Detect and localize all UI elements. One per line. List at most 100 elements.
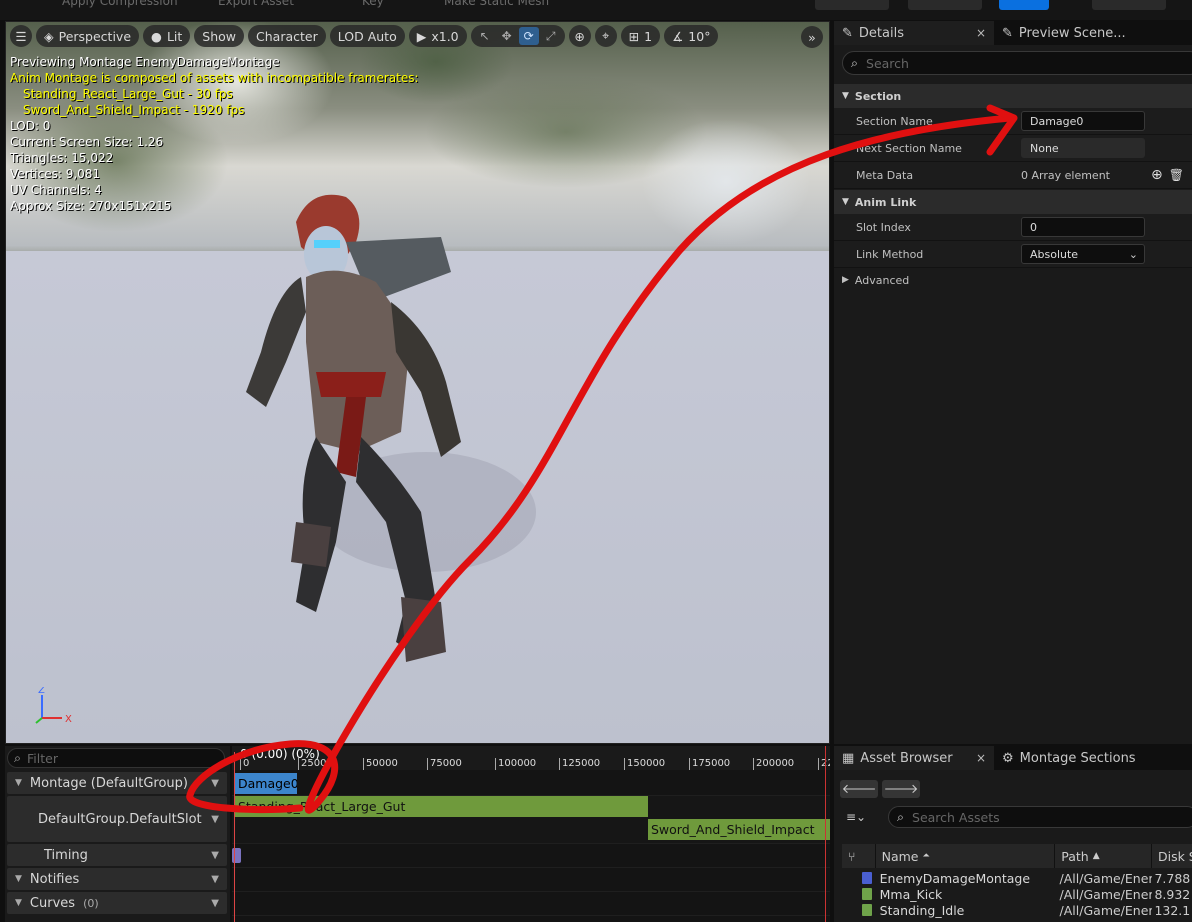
tab-montage-sections[interactable]: ⚙ Montage Sections: [994, 746, 1144, 770]
time-ruler[interactable]: 0 25000 50000 75000 100000 125000 150000…: [232, 746, 830, 770]
column-disk-size[interactable]: Disk S: [1152, 844, 1192, 868]
ruler-tick: 175000: [689, 758, 730, 770]
show-button[interactable]: Show: [194, 25, 245, 47]
link-method-row: Link Method Absolute ⌄: [834, 241, 1192, 268]
slot-track[interactable]: DefaultGroup.DefaultSlot ▼: [7, 796, 227, 842]
add-element-icon[interactable]: ⊕: [1151, 167, 1163, 183]
anim-link-category[interactable]: ▼ Anim Link: [834, 190, 1192, 214]
character-label: Character: [256, 28, 318, 44]
details-panel: ✎ Details × ✎ Preview Scene... ⌕ Search …: [834, 21, 1192, 744]
world-local-toggle[interactable]: ⊕: [568, 25, 591, 47]
property-label: Slot Index: [856, 220, 911, 234]
notifies-track[interactable]: ▼ Notifies ▼: [7, 868, 227, 890]
dropdown-arrow-icon[interactable]: ▼: [211, 850, 219, 861]
property-label: Next Section Name: [856, 141, 962, 155]
key-button[interactable]: Key: [362, 0, 384, 8]
expand-toolbar-button[interactable]: »: [801, 26, 823, 48]
tab-preview-scene[interactable]: ✎ Preview Scene...: [994, 21, 1134, 45]
arrow-right-icon: 🡒: [883, 782, 919, 797]
asset-search-input[interactable]: ⌕ Search Assets: [888, 806, 1192, 828]
grid-snap-button[interactable]: ⊞ 1: [620, 25, 661, 47]
chevron-down-icon: ⌄: [1128, 247, 1138, 261]
arrow-left-icon: 🡐: [841, 782, 877, 797]
close-tab-icon[interactable]: ×: [976, 751, 986, 765]
lod-button[interactable]: LOD Auto: [329, 25, 405, 47]
filter-menu-button[interactable]: ≡⌄: [846, 810, 866, 824]
close-tab-icon[interactable]: ×: [976, 26, 986, 40]
animation-mode-button[interactable]: [999, 0, 1049, 10]
angle-icon: ∡: [672, 28, 684, 44]
montage-asset-icon: [861, 872, 872, 884]
axis-gizmo-icon: Z X: [35, 687, 72, 725]
section-lane: Damage0: [232, 772, 830, 796]
end-marker-line[interactable]: [825, 746, 826, 922]
segment-sword-impact[interactable]: Sword_And_Shield_Impact: [648, 819, 830, 840]
play-icon: ▶: [416, 28, 427, 44]
viewport-menu-button[interactable]: ☰: [10, 25, 32, 47]
character-button[interactable]: Character: [248, 25, 326, 47]
tab-asset-browser[interactable]: ▦ Asset Browser ×: [834, 746, 994, 770]
table-row[interactable]: Standing_Idle /All/Game/Ener 132.1: [842, 902, 1192, 918]
toolbar-mode-button[interactable]: [1092, 0, 1166, 10]
next-section-row: Next Section Name None: [834, 135, 1192, 162]
property-label: Section Name: [856, 114, 933, 128]
export-asset-button[interactable]: Export Asset: [218, 0, 294, 8]
surface-snap-button[interactable]: ⌖: [594, 25, 617, 47]
preview-viewport[interactable]: ☰ ◈ Perspective ● Lit Show Character LOD A…: [5, 21, 830, 744]
dropdown-arrow-icon[interactable]: ▼: [211, 874, 219, 885]
lit-button[interactable]: ● Lit: [143, 25, 191, 47]
playhead-line[interactable]: [234, 752, 235, 922]
apply-compression-button[interactable]: Apply Compression: [62, 0, 178, 8]
make-static-mesh-button[interactable]: Make Static Mesh: [444, 0, 549, 8]
approx-size-stat: Approx Size: 270x151x215: [10, 199, 172, 213]
back-button[interactable]: 🡐: [840, 780, 878, 798]
montage-track[interactable]: ▼ Montage (DefaultGroup) ▼: [7, 772, 227, 794]
triangles-stat: Triangles: 15,022: [10, 151, 114, 165]
track-label: Curves: [29, 895, 76, 911]
double-chevron-right-icon: »: [808, 29, 816, 45]
move-icon[interactable]: ✥: [497, 27, 517, 45]
globe-icon: ⊕: [574, 28, 585, 44]
segment-standing-react[interactable]: Standing_React_Large_Gut: [235, 796, 648, 817]
scale-icon[interactable]: ⤢: [541, 27, 561, 45]
details-search-input[interactable]: ⌕ Search: [842, 51, 1192, 75]
meta-data-row: Meta Data 0 Array element ⊕ 🗑: [834, 162, 1192, 189]
forward-button[interactable]: 🡒: [882, 780, 920, 798]
timing-track[interactable]: Timing ▼: [7, 844, 227, 866]
perspective-button[interactable]: ◈ Perspective: [36, 25, 140, 47]
play-speed-button[interactable]: ▶ x1.0: [408, 25, 467, 47]
curves-track[interactable]: ▼ Curves (0) ▼: [7, 892, 227, 914]
table-row[interactable]: EnemyDamageMontage /All/Game/Ener 7.788: [842, 870, 1192, 886]
ruler-tick: 150000: [624, 758, 665, 770]
next-section-field[interactable]: None: [1021, 138, 1145, 158]
uv-channels-stat: UV Channels: 4: [10, 183, 102, 197]
section-category[interactable]: ▼ Section: [834, 84, 1192, 108]
rotation-snap-button[interactable]: ∡ 10°: [664, 25, 719, 47]
dropdown-arrow-icon[interactable]: ▼: [211, 898, 219, 909]
slot-index-field[interactable]: 0: [1021, 217, 1145, 237]
advanced-expander[interactable]: ▶ Advanced: [834, 268, 1192, 292]
table-row[interactable]: Mma_Kick /All/Game/Ener 8.932: [842, 886, 1192, 902]
cube-icon: ◈: [44, 28, 54, 44]
timeline-editor[interactable]: 0 25000 50000 75000 100000 125000 150000…: [232, 746, 830, 922]
source-control-icon[interactable]: ⑂: [842, 844, 876, 868]
slot-index-row: Slot Index 0: [834, 214, 1192, 241]
dropdown-arrow-icon[interactable]: ▼: [211, 814, 219, 825]
dropdown-arrow-icon[interactable]: ▼: [211, 778, 219, 789]
chevron-down-icon: ▼: [15, 898, 22, 908]
track-label: Notifies: [29, 871, 80, 887]
rotate-icon[interactable]: ⟳: [518, 27, 539, 45]
toolbar-mode-button[interactable]: [815, 0, 889, 10]
animation-asset-icon: [861, 888, 872, 900]
link-method-dropdown[interactable]: Absolute ⌄: [1021, 244, 1145, 264]
toolbar-mode-button[interactable]: [908, 0, 982, 10]
section-damage0[interactable]: Damage0: [235, 773, 297, 794]
timeline-filter-input[interactable]: ⌕ Filter: [7, 748, 225, 768]
tab-details[interactable]: ✎ Details ×: [834, 21, 994, 45]
section-name-field[interactable]: Damage0: [1021, 111, 1145, 131]
column-name[interactable]: Name ⏶: [876, 844, 1056, 868]
select-icon[interactable]: ↖: [475, 27, 495, 45]
trash-icon[interactable]: 🗑: [1169, 168, 1184, 182]
timeline-track-list: ⌕ Filter ▼ Montage (DefaultGroup) ▼ Defa…: [5, 746, 230, 922]
column-path[interactable]: Path ▲: [1055, 844, 1152, 868]
